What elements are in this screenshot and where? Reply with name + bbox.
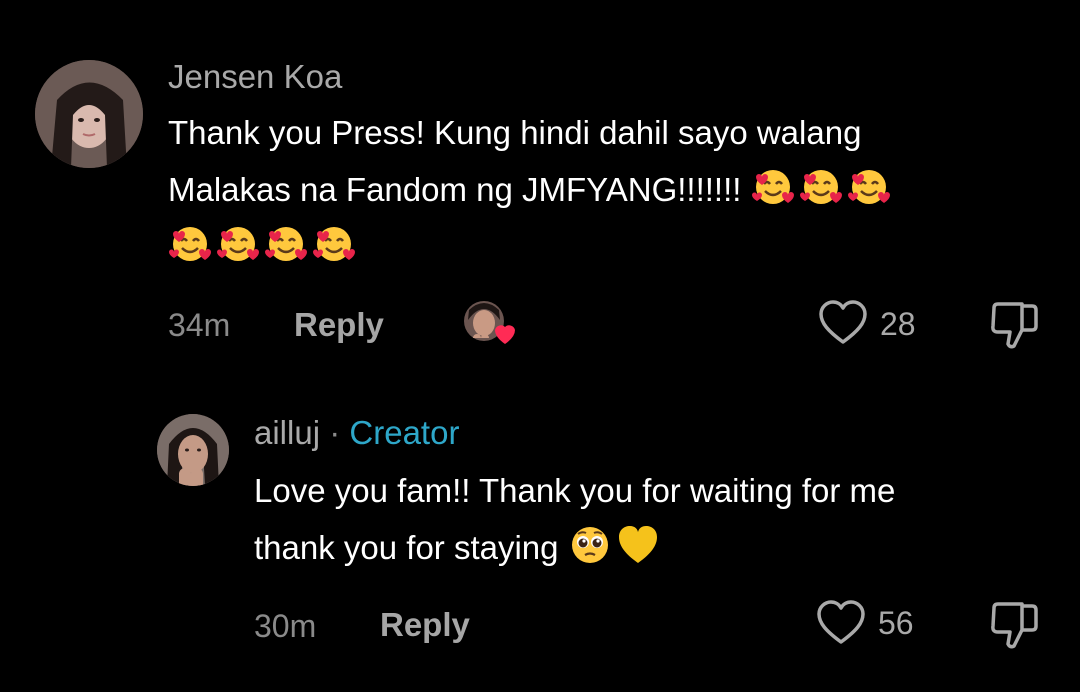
- reply-button[interactable]: Reply: [380, 606, 470, 644]
- thumbs-down-icon[interactable]: [988, 600, 1042, 650]
- smiling-face-with-hearts-icon: [847, 165, 891, 209]
- smiling-face-with-hearts-icon: [751, 165, 795, 209]
- creator-liked-avatar: [461, 298, 517, 348]
- avatar-ailluj[interactable]: [157, 414, 229, 486]
- comment-text-line-with-emoji: thank you for staying: [254, 519, 1054, 576]
- heart-outline-icon[interactable]: [818, 300, 868, 346]
- smiling-face-with-hearts-icon: [264, 222, 308, 266]
- smiling-face-with-hearts-icon: [168, 222, 212, 266]
- yellow-heart-icon: [616, 523, 660, 567]
- smiling-face-with-hearts-icon: [312, 222, 356, 266]
- comment-text-line: Love you fam!! Thank you for waiting for…: [254, 472, 896, 509]
- comment-text: Love you fam!! Thank you for waiting for…: [254, 462, 1054, 576]
- avatar-jensen-koa[interactable]: [35, 60, 143, 168]
- comment-username[interactable]: ailluj: [254, 414, 320, 451]
- comment-text-emoji-line: [168, 218, 1048, 275]
- comment-text-line: Thank you Press! Kung hindi dahil sayo w…: [168, 114, 862, 151]
- smiling-face-with-hearts-icon: [799, 165, 843, 209]
- comment-username-line: ailluj · Creator: [254, 414, 459, 452]
- comment-text-line: thank you for staying: [254, 529, 568, 566]
- like-count: 56: [878, 605, 914, 641]
- comment-text-line-with-emoji: Malakas na Fandom ng JMFYANG!!!!!!!: [168, 161, 1048, 218]
- comment-time: 30m: [254, 608, 317, 644]
- separator-dot: ·: [329, 414, 341, 451]
- like-count: 28: [880, 306, 916, 342]
- heart-outline-icon[interactable]: [816, 600, 866, 646]
- comment-time: 34m: [168, 307, 231, 343]
- reply-button[interactable]: Reply: [294, 306, 384, 344]
- comment-text: Thank you Press! Kung hindi dahil sayo w…: [168, 104, 1048, 275]
- creator-badge: Creator: [349, 414, 460, 451]
- smiling-face-with-hearts-icon: [216, 222, 260, 266]
- comment-text-line: Malakas na Fandom ng JMFYANG!!!!!!!: [168, 171, 751, 208]
- pleading-face-icon: [568, 523, 612, 567]
- comment-username[interactable]: Jensen Koa: [168, 58, 342, 96]
- thumbs-down-icon[interactable]: [988, 300, 1042, 350]
